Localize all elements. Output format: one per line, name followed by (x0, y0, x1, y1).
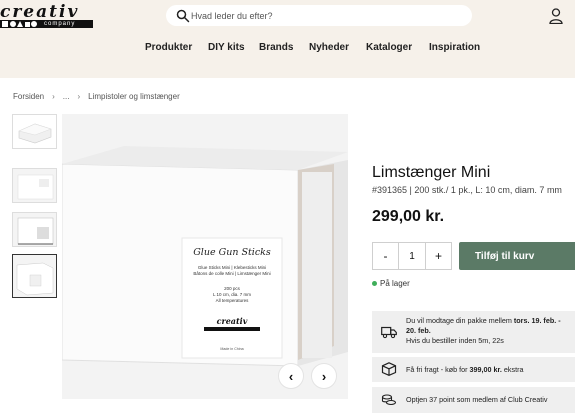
product-box-image: Glue Gun Sticks Glue Sticks Mini | Klebe… (62, 114, 348, 399)
nav-item-produkter[interactable]: Produkter (145, 42, 192, 53)
breadcrumb-separator-icon: › (77, 92, 81, 101)
delivery-line-3: Hvis du bestiller inden 5m, 22s (406, 336, 504, 345)
logo-marks-icon (2, 21, 37, 27)
thumbnail-4-image (13, 255, 56, 297)
package-line-3: 200 pcs (224, 286, 241, 291)
breadcrumb-home[interactable]: Forsiden (13, 92, 44, 101)
thumbnail-1[interactable] (12, 114, 57, 149)
free-shipping-pre: Få fri fragt - køb for (406, 365, 470, 374)
package-line-1: Glue Sticks Mini | Klebesticks Mini (198, 265, 266, 270)
logo-sub: company (44, 21, 76, 27)
nav-item-nyheder[interactable]: Nyheder (309, 42, 349, 53)
package-made-in: Made in China (220, 347, 243, 351)
package-line-5: All temperatures (216, 298, 250, 303)
site-header: creativ company Produkter DIY kits Brand… (0, 0, 575, 78)
logo-text: creativ (0, 2, 80, 22)
nav-item-brands[interactable]: Brands (259, 42, 293, 53)
nav-item-inspiration[interactable]: Inspiration (429, 42, 480, 53)
user-icon[interactable] (549, 8, 563, 24)
main-nav: Produkter DIY kits Brands Nyheder Katalo… (0, 42, 575, 56)
thumbnail-4[interactable] (12, 254, 57, 298)
chevron-left-icon: ‹ (288, 368, 294, 384)
package-title: Glue Gun Sticks (193, 247, 271, 258)
search-bar[interactable] (166, 5, 472, 26)
gallery-next-button[interactable]: › (311, 363, 337, 389)
product-price: 299,00 kr. (372, 208, 445, 225)
quantity-value[interactable]: 1 (399, 243, 425, 269)
package-brand: creativ (217, 316, 248, 326)
add-to-cart-button[interactable]: Tilføj til kurv (459, 242, 575, 270)
nav-item-kataloger[interactable]: Kataloger (366, 42, 412, 53)
nav-item-diy-kits[interactable]: DIY kits (208, 42, 245, 53)
product-subtitle: #391365 | 200 stk./ 1 pk., L: 10 cm, dia… (372, 185, 562, 195)
delivery-line-1: Du vil modtage din pakke mellem tors. 19… (406, 316, 561, 326)
quantity-decrease-button[interactable]: - (373, 243, 399, 269)
free-shipping-box: Få fri fragt - køb for 399,00 kr. ekstra (372, 357, 575, 382)
delivery-info-box: Du vil modtage din pakke mellem tors. 19… (372, 311, 575, 353)
thumbnail-3-image (13, 213, 56, 246)
breadcrumb: Forsiden ›... › Limpistoler og limstænger (13, 92, 180, 101)
truck-icon (381, 326, 397, 339)
search-input[interactable] (191, 5, 461, 26)
free-shipping-amount: 399,00 kr. (469, 365, 502, 374)
chevron-right-icon: › (321, 368, 327, 384)
breadcrumb-current[interactable]: Limpistoler og limstænger (88, 92, 180, 101)
points-box: Optjen 37 point som medlem af Club Creat… (372, 387, 575, 413)
quantity-increase-button[interactable]: + (425, 243, 451, 269)
free-shipping-post: ekstra (501, 365, 524, 374)
delivery-end-date: 20. feb. (406, 326, 431, 335)
thumbnail-2[interactable] (12, 168, 57, 203)
package-line-4: L 10 cm, dia. 7 mm (213, 292, 251, 297)
delivery-dates: tors. 19. feb. - (513, 316, 561, 325)
thumbnail-3[interactable] (12, 212, 57, 247)
product-title: Limstænger Mini (372, 164, 491, 181)
search-icon[interactable] (176, 9, 190, 23)
stock-status: På lager (372, 279, 410, 288)
breadcrumb-separator-icon: › (52, 92, 55, 101)
points-text: Optjen 37 point som medlem af Club Creat… (406, 395, 548, 404)
thumbnail-2-image (13, 169, 56, 202)
package-line-2: Bâtons de colle Mini | Limstænger Mini (193, 271, 270, 276)
thumbnail-1-image (13, 115, 56, 148)
breadcrumb-ellipsis[interactable]: ... (63, 92, 70, 101)
product-main-image[interactable]: Glue Gun Sticks Glue Sticks Mini | Klebe… (62, 114, 348, 399)
free-shipping-text: Få fri fragt - køb for 399,00 kr. ekstra (406, 365, 523, 375)
quantity-stepper: - 1 + (372, 242, 452, 270)
gallery-prev-button[interactable]: ‹ (278, 363, 304, 389)
stock-status-label: På lager (380, 279, 410, 288)
logo[interactable]: creativ company (0, 2, 95, 28)
coins-icon (381, 394, 397, 406)
delivery-line-1-text: Du vil modtage din pakke mellem (406, 316, 514, 325)
box-icon (381, 362, 397, 376)
in-stock-dot-icon (372, 281, 377, 287)
delivery-line-2: 20. feb. (406, 326, 431, 336)
